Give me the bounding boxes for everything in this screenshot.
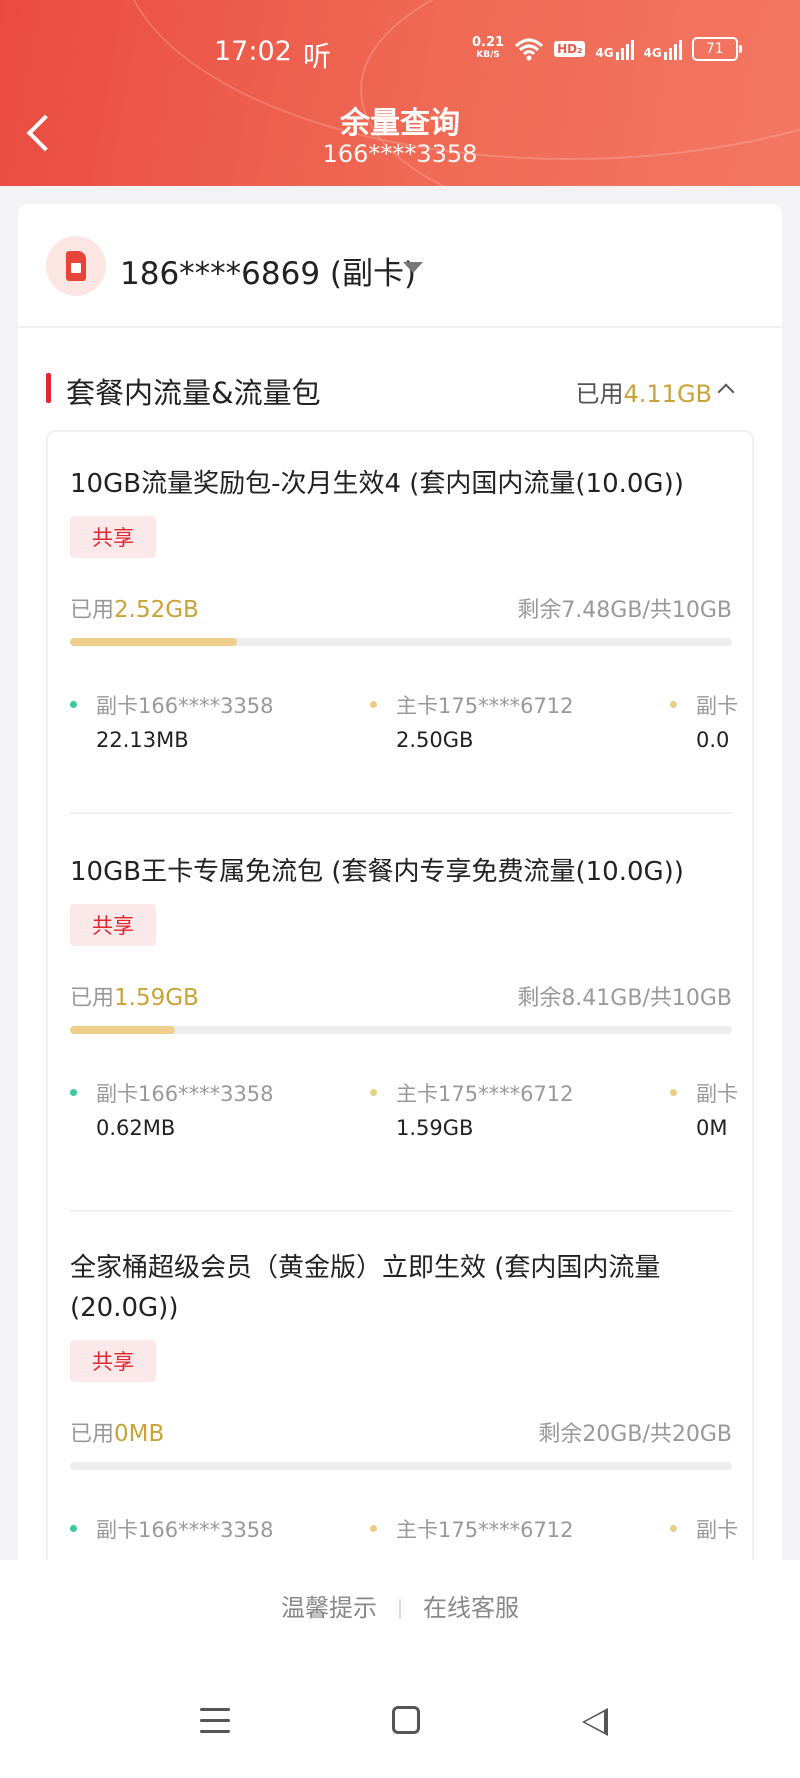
footer-links: 温馨提示 在线客服: [0, 1588, 800, 1623]
status-time: 17:02: [214, 36, 292, 67]
listen-app-icon: 听: [303, 40, 332, 73]
usage-progress: [70, 1026, 732, 1034]
member-usage: 副卡166****3358 22.13MB 主卡175****6712 2.50…: [70, 690, 738, 770]
divider: [70, 812, 732, 814]
package-name: 全家桶超级会员（黄金版）立即生效 (套内国内流量(20.0G)): [70, 1253, 661, 1323]
footer: 温馨提示 在线客服: [0, 1560, 800, 1778]
member-item: 副卡 0.0: [670, 690, 738, 752]
member-item: 主卡175****6712: [370, 1514, 574, 1544]
signal-icon: 4G: [644, 38, 682, 60]
menu-icon[interactable]: [200, 1708, 230, 1741]
section-marker: [46, 373, 51, 403]
section-used: 已用4.11GB: [575, 380, 713, 408]
package-name: 10GB流量奖励包-次月生效4 (套内国内流量(10.0G)): [70, 469, 684, 499]
package-item: 全家桶超级会员（黄金版）立即生效 (套内国内流量(20.0G)) 共享 已用0M…: [70, 1248, 738, 1574]
link-separator: [399, 1599, 401, 1619]
usage-progress: [70, 638, 732, 646]
shared-tag: 共享: [70, 904, 156, 946]
member-item: 主卡175****6712 2.50GB: [370, 690, 574, 752]
member-item: 副卡166****3358 0.62MB: [70, 1078, 274, 1140]
usage-progress: [70, 1462, 732, 1470]
home-icon[interactable]: [392, 1706, 420, 1734]
section-title: 套餐内流量&流量包: [66, 376, 321, 410]
shared-tag: 共享: [70, 516, 156, 558]
usage-row: 已用1.59GB 剩余8.41GB/共10GB: [70, 980, 732, 1020]
member-item: 副卡166****3358 22.13MB: [70, 690, 274, 752]
online-service-link[interactable]: 在线客服: [423, 1594, 519, 1622]
account-number: 186****6869 (副卡): [120, 256, 417, 292]
used-value: 2.52GB: [114, 597, 199, 623]
sim-card-icon: [46, 236, 106, 296]
back-icon[interactable]: [582, 1708, 608, 1736]
page-title: 余量查询: [340, 106, 460, 141]
main-card: 186****6869 (副卡) 套餐内流量&流量包 已用4.11GB 10GB…: [18, 204, 782, 1574]
member-item: 副卡: [670, 1514, 738, 1544]
package-item: 10GB流量奖励包-次月生效4 (套内国内流量(10.0G)) 共享 已用2.5…: [70, 464, 738, 770]
remaining-text: 剩余8.41GB/共10GB: [517, 986, 732, 1011]
hd-icon: HD₂: [554, 41, 586, 57]
shared-tag: 共享: [70, 1340, 156, 1382]
divider: [70, 1210, 732, 1212]
member-item: 副卡 0M: [670, 1078, 738, 1140]
package-list: 10GB流量奖励包-次月生效4 (套内国内流量(10.0G)) 共享 已用2.5…: [46, 430, 754, 1574]
account-selector[interactable]: 186****6869 (副卡): [18, 204, 782, 328]
page-subtitle: 166****3358: [322, 140, 478, 168]
signal-icon: 4G: [595, 38, 634, 60]
usage-row: 已用2.52GB 剩余7.48GB/共10GB: [70, 592, 732, 632]
battery-icon: 71: [691, 37, 742, 61]
section-header[interactable]: 套餐内流量&流量包 已用4.11GB: [18, 328, 782, 432]
member-item: 副卡166****3358: [70, 1514, 274, 1544]
usage-row: 已用0MB 剩余20GB/共20GB: [70, 1416, 732, 1456]
header: 17:02 听 0.21 KB/S HD₂ 4G 4G 71 余量查询 166*…: [0, 0, 800, 186]
used-value: 0MB: [114, 1421, 165, 1447]
wifi-icon: [515, 38, 544, 61]
package-item: 10GB王卡专属免流包 (套餐内专享免费流量(10.0G)) 共享 已用1.59…: [70, 852, 738, 1158]
member-item: 主卡175****6712 1.59GB: [370, 1078, 574, 1140]
package-name: 10GB王卡专属免流包 (套餐内专享免费流量(10.0G)): [70, 857, 684, 887]
net-speed: 0.21 KB/S: [472, 35, 505, 60]
collapse-chevron-icon[interactable]: [717, 383, 735, 401]
remaining-text: 剩余7.48GB/共10GB: [517, 598, 732, 623]
member-usage: 副卡166****3358 0.62MB 主卡175****6712 1.59G…: [70, 1078, 738, 1158]
remaining-text: 剩余20GB/共20GB: [538, 1422, 732, 1447]
dropdown-arrow-icon[interactable]: [403, 262, 423, 273]
tips-link[interactable]: 温馨提示: [281, 1594, 377, 1622]
used-value: 1.59GB: [114, 985, 199, 1011]
status-bar: 17:02 听 0.21 KB/S HD₂ 4G 4G 71: [0, 0, 800, 100]
